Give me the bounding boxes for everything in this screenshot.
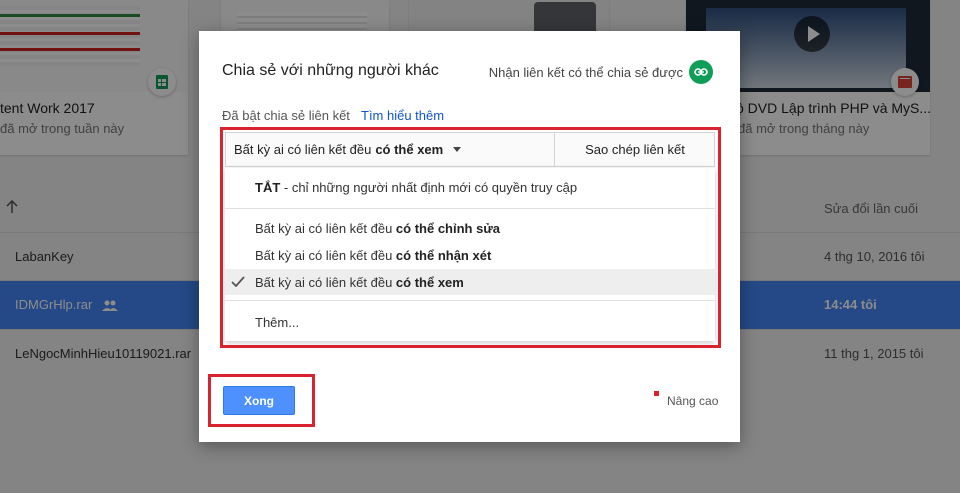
learn-more-link[interactable]: Tìm hiểu thêm: [361, 108, 444, 123]
highlight-box: [208, 374, 315, 427]
share-dialog: Chia sẻ với những người khác Nhận liên k…: [199, 31, 740, 442]
dialog-title: Chia sẻ với những người khác: [222, 62, 439, 79]
get-link-label: Nhận liên kết có thể chia sẻ được: [488, 64, 683, 80]
highlight-box: [220, 127, 721, 348]
annotation-dot: [654, 391, 659, 396]
advanced-link[interactable]: Nâng cao: [667, 394, 718, 408]
link-icon[interactable]: [689, 60, 713, 84]
get-shareable-link[interactable]: Nhận liên kết có thể chia sẻ được: [489, 60, 713, 84]
link-sharing-status: Đã bật chia sẻ liên kết: [222, 108, 350, 123]
